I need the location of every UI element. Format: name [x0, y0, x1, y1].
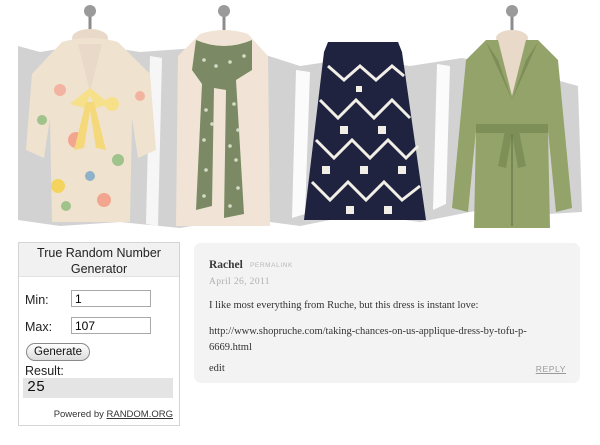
- comment-card: Rachel PERMALINK April 26, 2011 I like m…: [194, 243, 580, 383]
- powered-by: Powered by RANDOM.ORG: [54, 409, 173, 420]
- powered-by-text: Powered by: [53, 409, 104, 420]
- product-banner: [0, 0, 600, 232]
- edit-link[interactable]: edit: [209, 363, 225, 374]
- max-input[interactable]: 107: [71, 317, 151, 334]
- random-number-widget: True Random Number Generator Min: 1 Max:…: [18, 242, 180, 426]
- generate-button[interactable]: Generate: [26, 343, 90, 361]
- result-label: Result:: [25, 364, 64, 378]
- min-label: Min:: [25, 293, 49, 307]
- max-label: Max:: [25, 320, 53, 334]
- polka-dot-scarf-product[interactable]: [176, 5, 270, 226]
- comment-url[interactable]: http://www.shopruche.com/taking-chances-…: [209, 324, 569, 356]
- widget-title: True Random Number Generator: [19, 243, 179, 277]
- reply-link[interactable]: REPLY: [536, 364, 566, 374]
- random-org-link[interactable]: RANDOM.ORG: [107, 409, 174, 420]
- comment-author[interactable]: Rachel: [209, 259, 243, 271]
- product-banner-image: [18, 5, 582, 228]
- comment-text: I like most everything from Ruche, but t…: [209, 300, 479, 311]
- min-input[interactable]: 1: [71, 290, 151, 307]
- permalink-link[interactable]: PERMALINK: [250, 262, 293, 269]
- result-value: 25: [23, 378, 173, 398]
- comment-date: April 26, 2011: [209, 277, 270, 287]
